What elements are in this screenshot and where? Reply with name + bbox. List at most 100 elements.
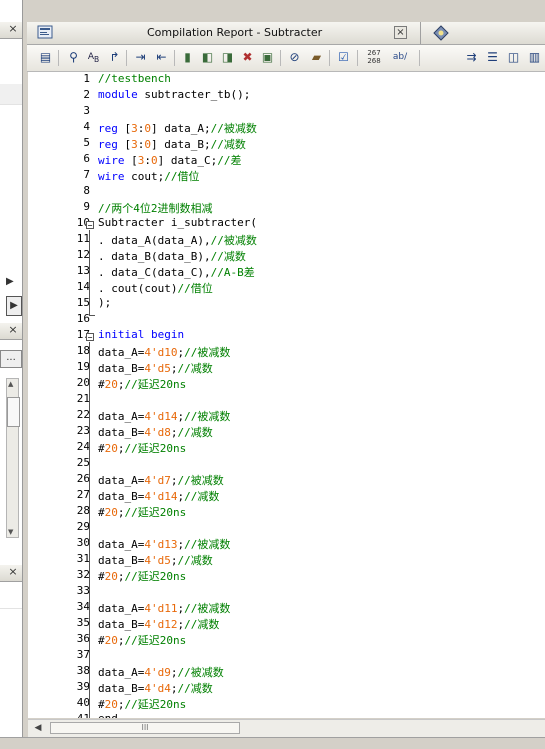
code-line[interactable]: //testbench <box>98 72 171 85</box>
bookmark-next-icon[interactable]: ◨ <box>219 49 236 66</box>
code-text: ; <box>117 506 125 519</box>
column-2-icon[interactable]: ◫ <box>505 49 522 66</box>
report-icon[interactable]: ▤ <box>37 49 54 66</box>
list-item[interactable] <box>0 588 22 609</box>
left-scrollbar[interactable]: ▲ ▼ <box>6 378 20 538</box>
line-number: 18 <box>76 344 90 357</box>
replace-icon[interactable]: AB <box>85 49 102 66</box>
word-wrap-icon[interactable]: ab/ <box>389 49 411 66</box>
line-number: 25 <box>76 456 90 469</box>
code-line[interactable]: data_B=4'd5;//减数 <box>98 552 213 568</box>
list-item[interactable] <box>0 62 22 85</box>
close-icon[interactable]: × <box>7 324 19 336</box>
code-comment: //被减数 <box>210 234 257 247</box>
check-icon[interactable]: ☑ <box>335 49 352 66</box>
code-line[interactable]: data_B=4'd5;//减数 <box>98 360 213 376</box>
close-icon[interactable]: × <box>7 566 19 578</box>
toolbar-separator <box>280 50 281 66</box>
code-line[interactable]: reg [3:0] data_A;//被减数 <box>98 120 257 136</box>
bookmark-clear-icon[interactable]: ✖ <box>239 49 256 66</box>
indent-icon[interactable]: ⇥ <box>132 49 149 66</box>
code-number: 4'd14 <box>144 490 178 503</box>
horizontal-scrollbar[interactable]: ◀ III <box>28 719 545 737</box>
code-line[interactable]: . data_C(data_C),//A-B差 <box>98 264 255 280</box>
code-line[interactable]: data_B=4'd4;//减数 <box>98 680 213 696</box>
fold-toggle-icon[interactable]: − <box>86 333 94 342</box>
code-line[interactable]: data_B=4'd12;//减数 <box>98 616 219 632</box>
code-line[interactable]: . cout(cout)//借位 <box>98 280 213 296</box>
scroll-thumb[interactable] <box>7 397 20 427</box>
column-3-icon[interactable]: ▥ <box>526 49 543 66</box>
close-icon[interactable]: × <box>7 23 19 35</box>
bookmark-prev-icon[interactable]: ◧ <box>199 49 216 66</box>
close-tab-button[interactable]: × <box>394 26 407 39</box>
code-number: 20 <box>104 506 118 519</box>
bookmark-all-icon[interactable]: ▣ <box>259 49 276 66</box>
code-number: 0 <box>144 122 151 135</box>
code-line[interactable]: #20;//延迟20ns <box>98 376 186 392</box>
options-button[interactable]: ... <box>0 350 22 368</box>
code-line[interactable]: #20;//延迟20ns <box>98 568 186 584</box>
scroll-left-icon[interactable]: ◀ <box>31 722 45 735</box>
scroll-thumb[interactable]: III <box>50 722 240 734</box>
code-text: subtracter_tb(); <box>144 88 251 101</box>
code-line[interactable]: data_A=4'd10;//被减数 <box>98 344 230 360</box>
code-line[interactable]: wire [3:0] data_C;//差 <box>98 152 241 168</box>
list-item[interactable] <box>0 84 22 105</box>
code-line[interactable]: data_B=4'd8;//减数 <box>98 424 213 440</box>
code-line[interactable]: ); <box>98 296 111 309</box>
line-numbers-icon[interactable]: 267 268 <box>363 49 385 66</box>
code-number: 4'd14 <box>144 410 178 423</box>
code-line[interactable]: #20;//延迟20ns <box>98 504 186 520</box>
fold-toggle-icon[interactable]: − <box>86 221 94 230</box>
tab-second[interactable] <box>420 22 461 44</box>
code-line[interactable]: data_B=4'd14;//减数 <box>98 488 219 504</box>
code-line[interactable]: module subtracter_tb(); <box>98 88 250 101</box>
code-line[interactable]: . data_A(data_A),//被减数 <box>98 232 257 248</box>
code-line[interactable]: #20;//延迟20ns <box>98 696 186 712</box>
code-number: 4'd9 <box>144 666 171 679</box>
find-icon[interactable]: ⚲ <box>65 49 82 66</box>
code-line[interactable]: . data_B(data_B),//减数 <box>98 248 246 264</box>
code-text: data_B= <box>98 362 145 375</box>
tab-compilation-report[interactable]: Compilation Report - Subtracter × <box>27 22 417 44</box>
code-line[interactable]: //两个4位2进制数相减 <box>98 200 213 216</box>
bookmark-icon[interactable]: ▮ <box>179 49 196 66</box>
code-line[interactable]: wire cout;//借位 <box>98 168 200 184</box>
line-number: 2 <box>83 88 90 101</box>
code-line[interactable]: data_A=4'd13;//被减数 <box>98 536 230 552</box>
arrow-icon[interactable]: ⇉ <box>463 49 480 66</box>
scroll-up-icon[interactable]: ▲ <box>8 380 13 388</box>
scroll-down-icon[interactable]: ▼ <box>8 528 13 536</box>
code-line[interactable]: data_A=4'd11;//被减数 <box>98 600 230 616</box>
report-doc-icon <box>37 25 53 39</box>
code-comment: //被减数 <box>184 346 231 359</box>
code-line[interactable]: #20;//延迟20ns <box>98 632 186 648</box>
code-text: # <box>98 378 105 391</box>
code-text: data_A= <box>98 346 145 359</box>
goto-icon[interactable]: ↱ <box>106 49 123 66</box>
document-tab-bar: Compilation Report - Subtracter × <box>27 22 545 45</box>
code-comment: //延迟20ns <box>124 698 187 711</box>
scroll-right-arrow[interactable]: ▶ <box>6 276 14 287</box>
code-editor[interactable]: 1//testbench 2 module subtracter_tb(); 3 4 re… <box>28 72 545 718</box>
code-line[interactable]: reg [3:0] data_B;//减数 <box>98 136 246 152</box>
code-number: 0 <box>144 138 151 151</box>
column-1-icon[interactable]: ☰ <box>484 49 501 66</box>
code-line[interactable]: data_A=4'd14;//被减数 <box>98 408 230 424</box>
line-number: 36 <box>76 632 90 645</box>
code-text: data_B= <box>98 554 145 567</box>
code-number: 20 <box>104 698 118 711</box>
code-line[interactable]: Subtracter i_subtracter( <box>98 216 257 229</box>
insert-file-icon[interactable]: ⊘ <box>286 49 303 66</box>
code-text: [ <box>117 122 132 135</box>
code-line[interactable]: end <box>98 712 118 718</box>
expand-button[interactable]: ▶ <box>6 296 22 316</box>
code-line[interactable]: initial begin <box>98 328 184 341</box>
template-icon[interactable]: ▰ <box>308 49 325 66</box>
code-comment: //减数 <box>177 426 213 439</box>
code-line[interactable]: data_A=4'd7;//被减数 <box>98 472 224 488</box>
unindent-icon[interactable]: ⇤ <box>153 49 170 66</box>
code-line[interactable]: data_A=4'd9;//被减数 <box>98 664 224 680</box>
code-line[interactable]: #20;//延迟20ns <box>98 440 186 456</box>
